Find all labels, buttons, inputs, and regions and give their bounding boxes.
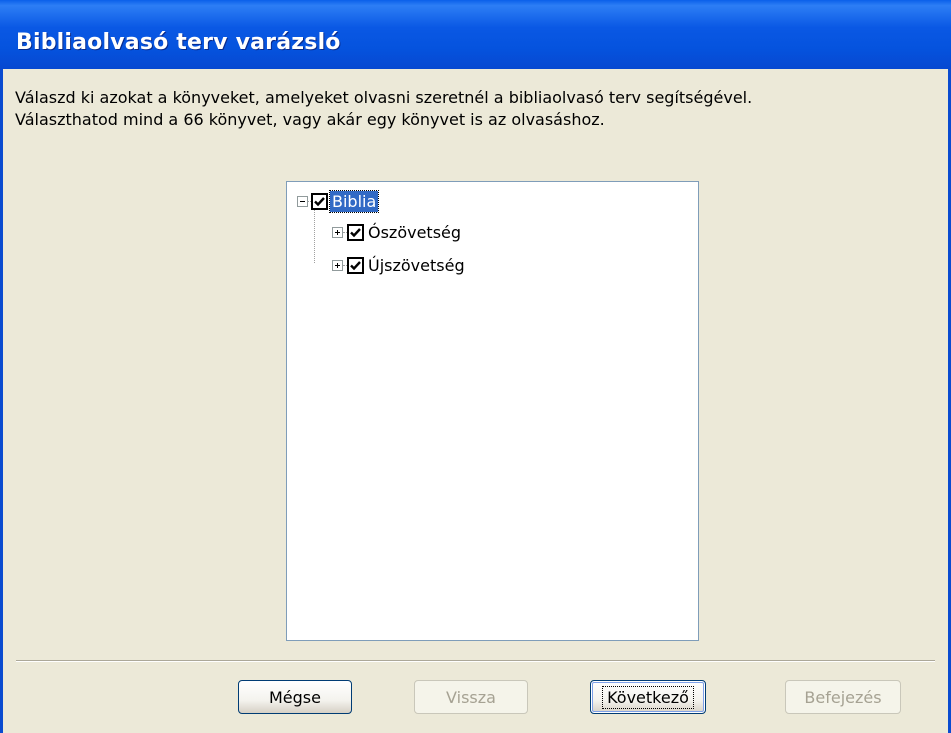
plus-expander-icon[interactable]	[332, 226, 343, 238]
window-frame-left	[0, 69, 3, 733]
tree-node-label-root[interactable]: Biblia	[328, 189, 380, 213]
root-checkbox[interactable]	[311, 192, 328, 210]
next-button[interactable]: Következő	[590, 680, 706, 714]
tree-node-label-old-testament[interactable]: Ószövetség	[366, 222, 463, 243]
tree-node-label-new-testament[interactable]: Újszövetség	[366, 255, 467, 276]
window-title: Bibliaolvasó terv varázsló	[16, 30, 341, 55]
tree-node-root[interactable]: Biblia	[297, 189, 380, 213]
plus-expander-icon[interactable]	[332, 259, 343, 271]
new-testament-checkbox[interactable]	[347, 256, 364, 274]
old-testament-checkbox[interactable]	[347, 223, 364, 241]
next-button-label: Következő	[602, 685, 694, 709]
tree-node-new-testament[interactable]: Újszövetség	[332, 253, 467, 277]
book-tree-view[interactable]: Biblia Ószövetség Újszövetség	[286, 181, 699, 641]
cancel-button-label: Mégse	[269, 687, 321, 707]
finish-button-label: Befejezés	[804, 687, 882, 707]
finish-button[interactable]: Befejezés	[785, 680, 901, 714]
instructions-line-1: Válaszd ki azokat a könyveket, amelyeket…	[15, 88, 753, 107]
wizard-window: Bibliaolvasó terv varázsló Válaszd ki az…	[0, 0, 951, 733]
minus-expander-icon[interactable]	[297, 195, 308, 207]
instructions-line-2: Választhatod mind a 66 könyvet, vagy aká…	[15, 110, 605, 129]
back-button-label: Vissza	[446, 687, 496, 707]
check-icon	[350, 260, 361, 270]
instructions-text: Válaszd ki azokat a könyveket, amelyeket…	[15, 87, 935, 131]
check-icon	[350, 227, 361, 237]
cancel-button[interactable]: Mégse	[238, 680, 352, 714]
button-separator	[16, 660, 935, 662]
title-bar[interactable]: Bibliaolvasó terv varázsló	[0, 0, 951, 69]
check-icon	[314, 196, 325, 206]
back-button[interactable]: Vissza	[414, 680, 528, 714]
tree-node-old-testament[interactable]: Ószövetség	[332, 220, 463, 244]
